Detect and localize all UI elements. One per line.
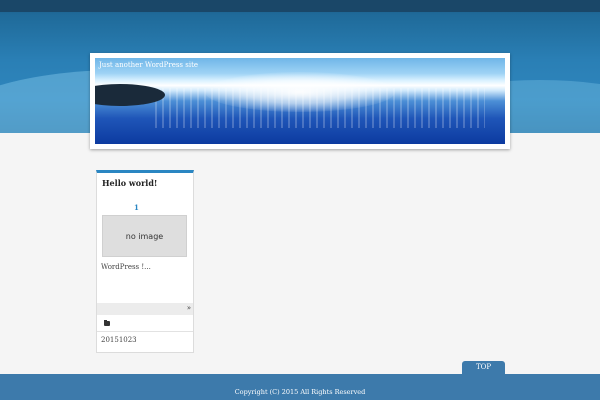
post-excerpt: WordPress !... bbox=[101, 263, 151, 271]
post-card: Hello world! 1 no image WordPress !... »… bbox=[96, 170, 194, 353]
post-category-row[interactable] bbox=[97, 317, 193, 332]
read-more-bar[interactable]: » bbox=[97, 303, 193, 315]
footer: Copyright (C) 2015 All Rights Reserved bbox=[0, 374, 600, 400]
post-page-number[interactable]: 1 bbox=[134, 203, 139, 212]
post-date: 20151023 bbox=[101, 336, 137, 344]
header-image[interactable]: Just another WordPress site bbox=[95, 58, 505, 144]
top-strip bbox=[0, 0, 600, 12]
post-title[interactable]: Hello world! bbox=[102, 178, 157, 188]
site-tagline: Just another WordPress site bbox=[99, 61, 199, 69]
folder-icon bbox=[104, 320, 110, 326]
no-image-label: no image bbox=[125, 231, 164, 241]
footer-copyright: Copyright (C) 2015 All Rights Reserved bbox=[234, 388, 366, 396]
back-to-top-button[interactable]: TOP bbox=[462, 361, 505, 374]
water-sparkle bbox=[155, 88, 485, 128]
read-more-arrow[interactable]: » bbox=[187, 304, 191, 312]
header-image-frame: Just another WordPress site bbox=[90, 53, 510, 149]
post-thumbnail[interactable]: no image bbox=[102, 215, 187, 257]
